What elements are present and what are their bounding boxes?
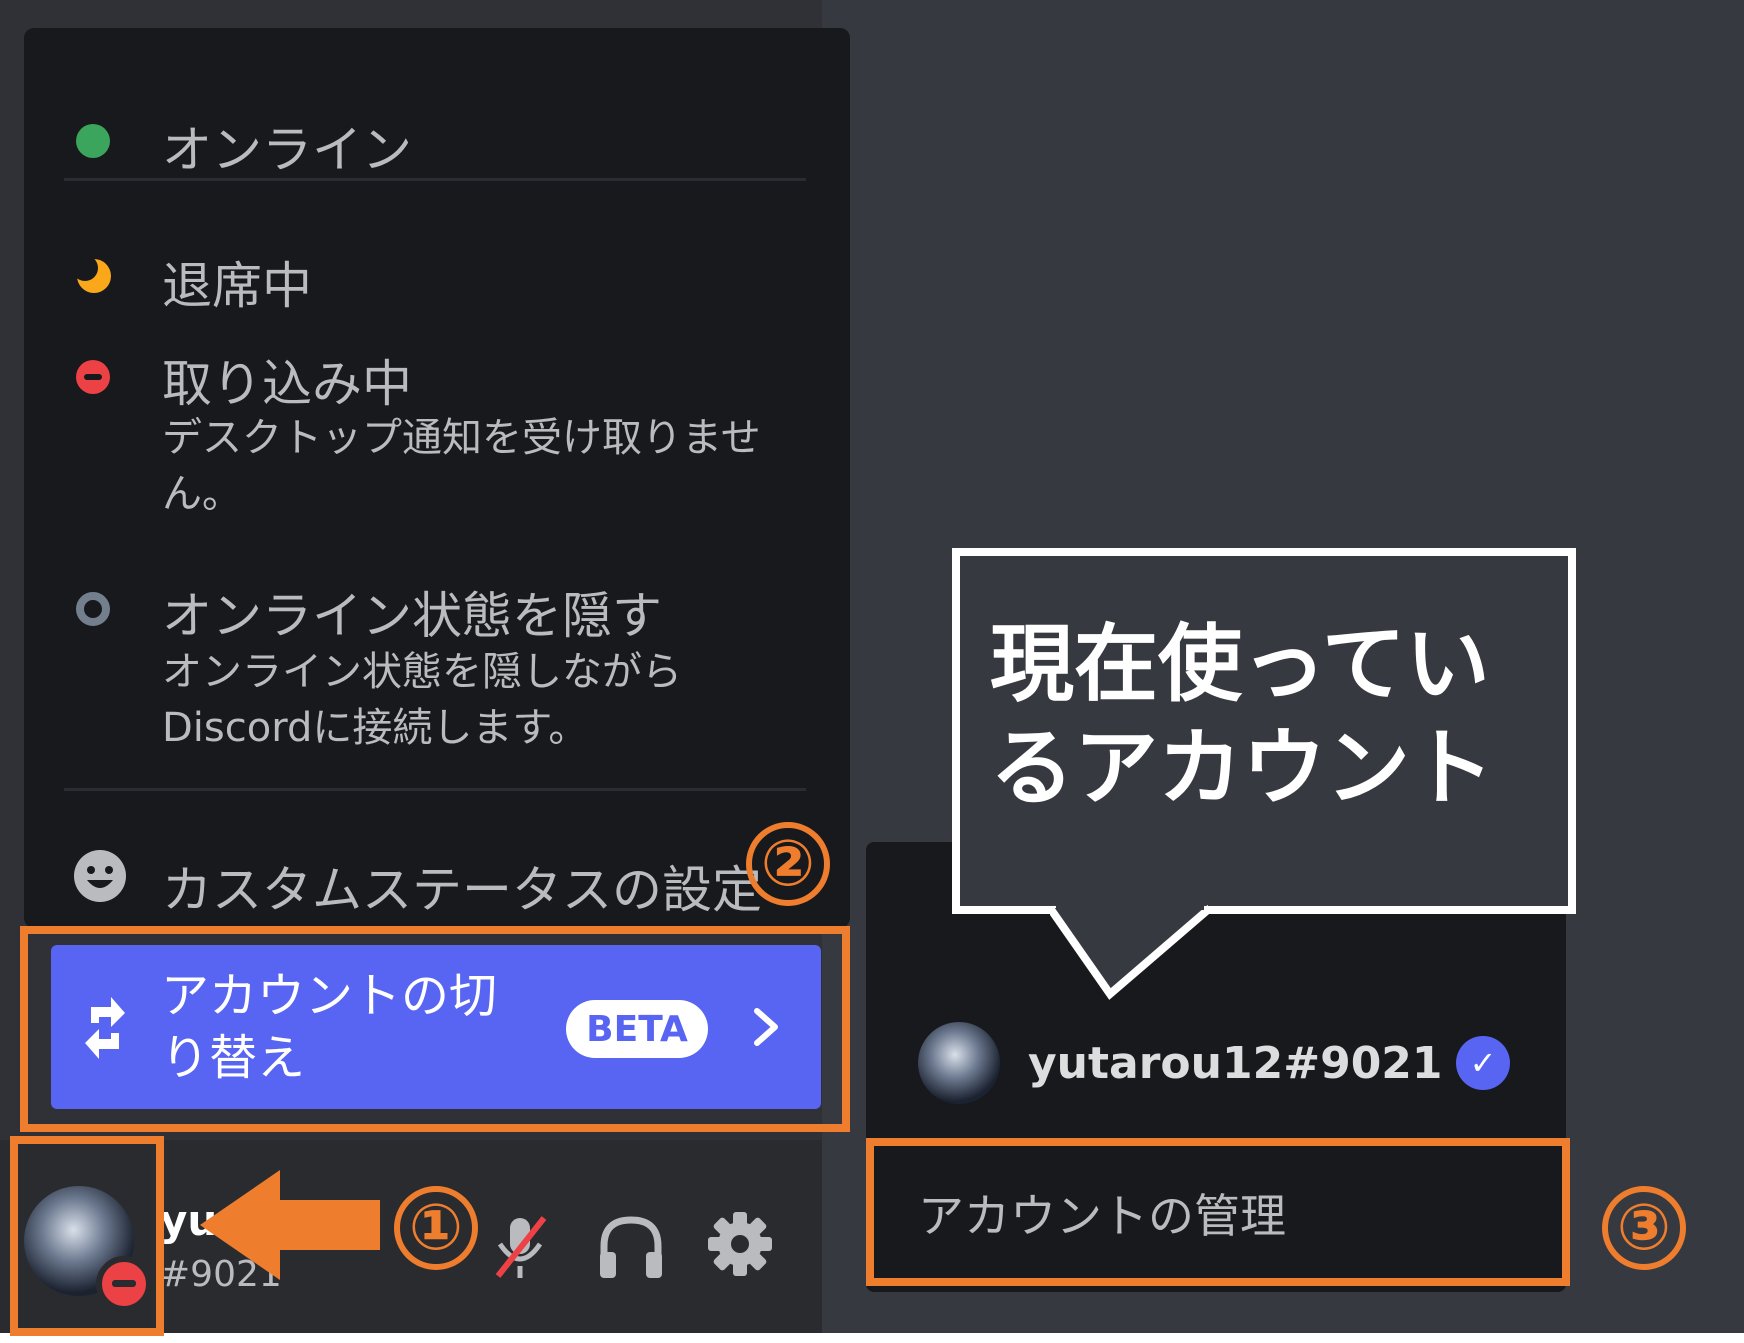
custom-status-label: カスタムステータスの設定	[162, 861, 762, 919]
online-status-icon	[76, 124, 110, 158]
status-option-invisible[interactable]: オンライン状態を隠す オンライン状態を隠しながらDiscordに接続します。	[24, 558, 850, 758]
headphones-icon[interactable]	[596, 1212, 666, 1282]
status-idle-label: 退席中	[162, 257, 312, 315]
menu-divider	[64, 178, 806, 181]
status-dnd-label: 取り込み中	[162, 355, 412, 413]
menu-divider	[64, 788, 806, 791]
dnd-status-icon	[76, 360, 110, 394]
status-online-label: オンライン	[162, 121, 412, 179]
status-option-online[interactable]: オンライン	[24, 68, 850, 179]
status-invisible-description: オンライン状態を隠しながらDiscordに接続します。	[162, 649, 682, 751]
callout-pointer	[1050, 904, 1213, 1000]
mic-muted-icon[interactable]	[490, 1212, 550, 1282]
highlight-box-avatar	[10, 1136, 164, 1336]
account-avatar	[918, 1022, 1000, 1104]
settings-gear-icon[interactable]	[706, 1210, 774, 1278]
custom-status-button[interactable]: カスタムステータスの設定	[24, 818, 850, 928]
step-1-marker: ①	[394, 1186, 478, 1270]
status-option-dnd[interactable]: 取り込み中 デスクトップ通知を受け取りません。	[24, 328, 850, 528]
account-name[interactable]: yutarou12#9021	[1028, 1038, 1443, 1089]
annotation-arrow-head	[200, 1170, 280, 1280]
moon-icon	[74, 256, 111, 293]
check-icon: ✓	[1456, 1036, 1510, 1090]
callout-box: 現在使っているアカウント	[952, 548, 1576, 914]
annotation-arrow	[270, 1200, 380, 1250]
highlight-box-manage	[866, 1138, 1570, 1286]
invisible-status-icon	[76, 592, 110, 626]
step-2-marker: ②	[746, 822, 830, 906]
status-invisible-label: オンライン状態を隠す	[162, 587, 662, 645]
status-option-idle[interactable]: 退席中	[24, 218, 850, 318]
status-dnd-description: デスクトップ通知を受け取りません。	[162, 415, 761, 517]
smiley-icon	[74, 850, 126, 902]
status-menu: オンライン 退席中 取り込み中 デスクトップ通知を受け取りません。 オンライン状…	[24, 28, 850, 928]
highlight-box-switch	[20, 926, 850, 1132]
step-3-marker: ③	[1602, 1186, 1686, 1270]
callout-text: 現在使っているアカウント	[990, 615, 1495, 817]
